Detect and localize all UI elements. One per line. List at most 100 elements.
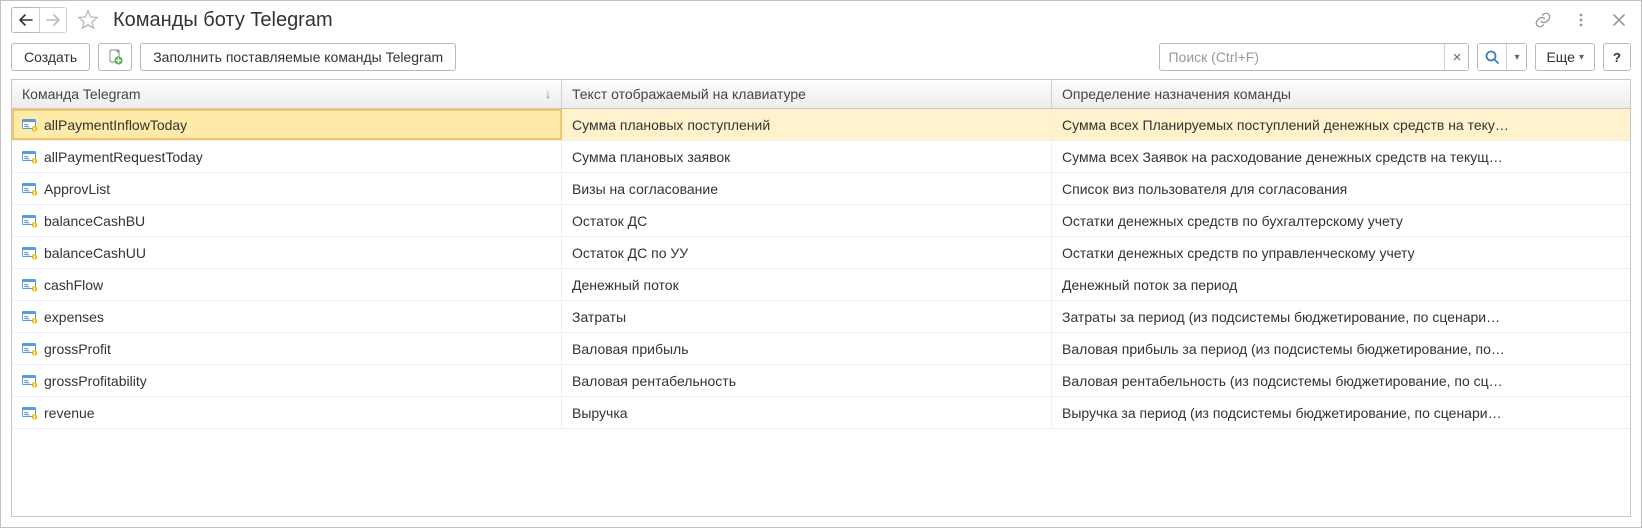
catalog-item-icon xyxy=(22,182,38,196)
cell-text: expenses xyxy=(44,309,104,325)
cell-keyboard-text: Денежный поток xyxy=(562,269,1052,300)
cell-command: balanceCashUU xyxy=(12,237,562,268)
cell-command: allPaymentInflowToday xyxy=(12,109,562,140)
catalog-item-icon xyxy=(22,214,38,228)
cell-text: Остатки денежных средств по управленческ… xyxy=(1062,245,1415,261)
cell-text: grossProfitability xyxy=(44,373,147,389)
cell-text: Остатки денежных средств по бухгалтерско… xyxy=(1062,213,1403,229)
table-row[interactable]: ApprovList Визы на согласование Список виз… xyxy=(12,173,1630,205)
column-label: Команда Telegram xyxy=(22,86,141,102)
search-input[interactable] xyxy=(1160,45,1444,69)
cell-command: cashFlow xyxy=(12,269,562,300)
table-body: allPaymentInflowToday Сумма плановых пост… xyxy=(12,109,1630,516)
cell-text: grossProfit xyxy=(44,341,111,357)
help-button[interactable]: ? xyxy=(1603,43,1631,71)
fill-commands-button[interactable]: Заполнить поставляемые команды Telegram xyxy=(140,43,456,71)
cell-description: Выручка за период (из подсистемы бюджети… xyxy=(1052,397,1630,428)
favorite-star-icon[interactable] xyxy=(75,7,101,33)
nav-group xyxy=(11,7,67,33)
cell-text: Сумма плановых поступлений xyxy=(572,117,770,133)
cell-command: grossProfit xyxy=(12,333,562,364)
cell-keyboard-text: Визы на согласование xyxy=(562,173,1052,204)
cell-text: Остаток ДС xyxy=(572,213,647,229)
chevron-down-icon: ▾ xyxy=(1579,52,1584,63)
catalog-item-icon xyxy=(22,246,38,260)
cell-description: Список виз пользователя для согласования xyxy=(1052,173,1630,204)
more-label: Еще xyxy=(1546,49,1575,65)
link-icon[interactable] xyxy=(1531,8,1555,32)
cell-command: revenue xyxy=(12,397,562,428)
table-row[interactable]: cashFlow Денежный поток Денежный поток за … xyxy=(12,269,1630,301)
search-button-group: ▾ xyxy=(1477,43,1527,71)
table-row[interactable]: allPaymentRequestToday Сумма плановых зая… xyxy=(12,141,1630,173)
cell-text: Выручка за период (из подсистемы бюджети… xyxy=(1062,405,1502,421)
create-copy-button[interactable] xyxy=(98,43,132,71)
cell-keyboard-text: Сумма плановых заявок xyxy=(562,141,1052,172)
cell-text: Валовая рентабельность xyxy=(572,373,736,389)
search-button[interactable] xyxy=(1478,44,1506,70)
nav-back-button[interactable] xyxy=(11,7,39,33)
cell-text: Затраты за период (из подсистемы бюджети… xyxy=(1062,309,1500,325)
catalog-item-icon xyxy=(22,406,38,420)
cell-keyboard-text: Сумма плановых поступлений xyxy=(562,109,1052,140)
cell-text: ApprovList xyxy=(44,181,110,197)
table-row[interactable]: balanceCashBU Остаток ДС Остатки денежных … xyxy=(12,205,1630,237)
toolbar: Создать Заполнить поставляемые команды T… xyxy=(1,35,1641,79)
cell-keyboard-text: Валовая рентабельность xyxy=(562,365,1052,396)
column-header-desc[interactable]: Определение назначения команды xyxy=(1052,80,1630,108)
nav-forward-button[interactable] xyxy=(39,7,67,33)
column-label: Определение назначения команды xyxy=(1062,86,1291,102)
close-icon[interactable] xyxy=(1607,8,1631,32)
table-header: Команда Telegram ↓ Текст отображаемый на… xyxy=(12,80,1630,109)
app-window: Команды боту Telegram Создать Заполнить … xyxy=(0,0,1642,528)
cell-description: Сумма всех Заявок на расходование денежн… xyxy=(1052,141,1630,172)
cell-description: Денежный поток за период xyxy=(1052,269,1630,300)
catalog-item-icon xyxy=(22,278,38,292)
cell-keyboard-text: Остаток ДС xyxy=(562,205,1052,236)
cell-command: expenses xyxy=(12,301,562,332)
cell-keyboard-text: Остаток ДС по УУ xyxy=(562,237,1052,268)
table-row[interactable]: balanceCashUU Остаток ДС по УУ Остатки ден… xyxy=(12,237,1630,269)
more-button[interactable]: Еще ▾ xyxy=(1535,43,1595,71)
cell-text: Валовая прибыль за период (из подсистемы… xyxy=(1062,341,1505,357)
cell-description: Сумма всех Планируемых поступлений денеж… xyxy=(1052,109,1630,140)
cell-text: balanceCashBU xyxy=(44,213,145,229)
cell-text: Список виз пользователя для согласования xyxy=(1062,181,1347,197)
cell-text: Сумма всех Заявок на расходование денежн… xyxy=(1062,149,1503,165)
cell-text: Сумма плановых заявок xyxy=(572,149,730,165)
cell-keyboard-text: Валовая прибыль xyxy=(562,333,1052,364)
cell-description: Остатки денежных средств по управленческ… xyxy=(1052,237,1630,268)
search-dropdown-button[interactable]: ▾ xyxy=(1506,44,1526,70)
cell-text: Остаток ДС по УУ xyxy=(572,245,688,261)
cell-text: allPaymentInflowToday xyxy=(44,117,187,133)
cell-command: ApprovList xyxy=(12,173,562,204)
search-clear-button[interactable]: × xyxy=(1444,44,1468,70)
cell-text: Затраты xyxy=(572,309,626,325)
table-row[interactable]: allPaymentInflowToday Сумма плановых пост… xyxy=(12,109,1630,141)
catalog-item-icon xyxy=(22,118,38,132)
cell-text: Валовая прибыль xyxy=(572,341,689,357)
column-header-command[interactable]: Команда Telegram ↓ xyxy=(12,80,562,108)
titlebar: Команды боту Telegram xyxy=(1,1,1641,35)
cell-text: Валовая рентабельность (из подсистемы бю… xyxy=(1062,373,1503,389)
cell-text: Сумма всех Планируемых поступлений денеж… xyxy=(1062,117,1509,133)
cell-description: Валовая рентабельность (из подсистемы бю… xyxy=(1052,365,1630,396)
create-button[interactable]: Создать xyxy=(11,43,90,71)
kebab-menu-icon[interactable] xyxy=(1569,8,1593,32)
catalog-item-icon xyxy=(22,310,38,324)
cell-description: Валовая прибыль за период (из подсистемы… xyxy=(1052,333,1630,364)
table-row[interactable]: revenue Выручка Выручка за период (из подс… xyxy=(12,397,1630,429)
cell-command: balanceCashBU xyxy=(12,205,562,236)
commands-table: Команда Telegram ↓ Текст отображаемый на… xyxy=(11,79,1631,517)
cell-text: Выручка xyxy=(572,405,628,421)
table-row[interactable]: grossProfit Валовая прибыль Валовая прибыл… xyxy=(12,333,1630,365)
cell-keyboard-text: Выручка xyxy=(562,397,1052,428)
cell-text: revenue xyxy=(44,405,95,421)
table-row[interactable]: grossProfitability Валовая рентабельность… xyxy=(12,365,1630,397)
cell-text: Денежный поток xyxy=(572,277,679,293)
cell-text: allPaymentRequestToday xyxy=(44,149,203,165)
cell-keyboard-text: Затраты xyxy=(562,301,1052,332)
column-header-text[interactable]: Текст отображаемый на клавиатуре xyxy=(562,80,1052,108)
table-row[interactable]: expenses Затраты Затраты за период (из под… xyxy=(12,301,1630,333)
cell-command: allPaymentRequestToday xyxy=(12,141,562,172)
